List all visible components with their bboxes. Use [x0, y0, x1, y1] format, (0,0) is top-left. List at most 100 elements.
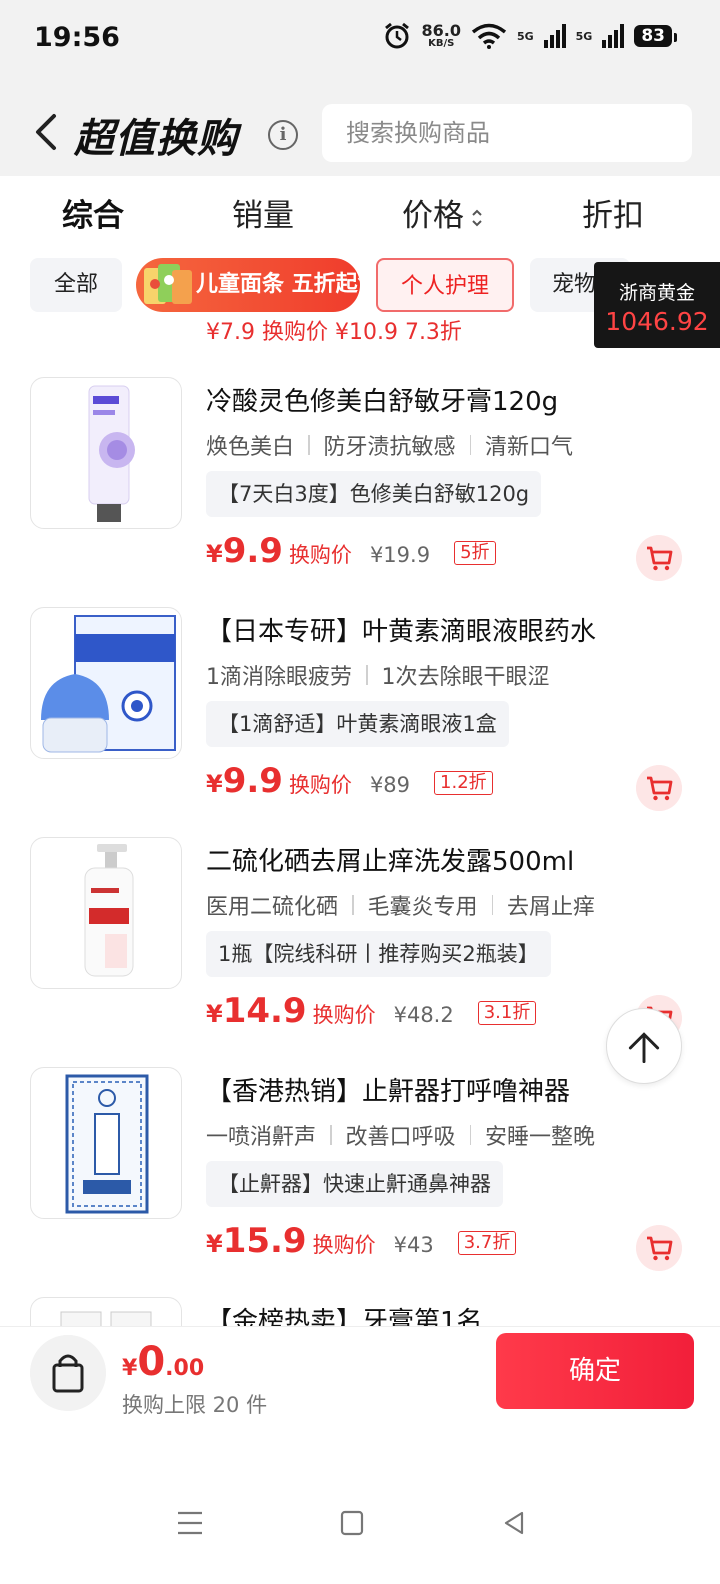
original-price: ¥43: [393, 1233, 434, 1257]
signal-label-2: 5G: [575, 29, 593, 43]
price-symbol: ¥: [206, 1000, 223, 1028]
product-tags: 一喷消鼾声 改善口呼吸 安睡一整晚: [206, 1119, 595, 1151]
chip-all[interactable]: 全部: [30, 258, 122, 312]
total-price: ¥0.00: [122, 1339, 204, 1385]
product-tag: 防牙渍抗敏感: [323, 435, 456, 460]
exchange-purchase-page: 19:56 86.0 KB/S 5G 5G 83 超值换购 i 搜索换购商品 综…: [0, 0, 720, 1584]
product-spec[interactable]: 【止鼾器】快速止鼾通鼻神器: [206, 1161, 503, 1207]
signal-icon: [543, 24, 566, 48]
product-card[interactable]: 【日本专研】叶黄素滴眼液眼药水 1滴消除眼疲劳 1次去除眼干眼涩 【1滴舒适】叶…: [0, 607, 720, 837]
product-card[interactable]: 冷酸灵色修美白舒敏牙膏120g 焕色美白 防牙渍抗敏感 清新口气 【7天白3度】…: [0, 377, 720, 607]
product-card[interactable]: 【香港热销】止鼾器打呼噜神器 一喷消鼾声 改善口呼吸 安睡一整晚 【止鼾器】快速…: [0, 1067, 720, 1297]
product-card[interactable]: 【金榜热卖】牙膏第1名: [0, 1297, 720, 1326]
back-arrow-icon[interactable]: [30, 112, 62, 152]
info-icon[interactable]: i: [268, 120, 298, 150]
battery-indicator: 83: [634, 25, 677, 47]
partial-price-row: ¥7.9 换购价 ¥10.9 7.3折: [206, 320, 462, 345]
product-name: 【金榜热卖】牙膏第1名: [206, 1307, 483, 1326]
product-name: 【日本专研】叶黄素滴眼液眼药水: [206, 617, 597, 647]
product-name: 二硫化硒去屑止痒洗发露500ml: [206, 847, 575, 877]
discount-badge: 3.7折: [457, 1231, 517, 1255]
tab-price-label: 价格: [402, 198, 464, 234]
sort-tabs: 综合 销量 价格 折扣: [0, 176, 720, 246]
chip-promo-kids-noodles[interactable]: 儿童面条 五折起售: [136, 258, 360, 312]
product-spec[interactable]: 【7天白3度】色修美白舒敏120g: [206, 471, 542, 517]
product-spec[interactable]: 【1滴舒适】叶黄素滴眼液1盒: [206, 701, 509, 747]
gold-label: 浙商黄金: [618, 282, 695, 304]
status-time: 19:56: [34, 22, 120, 53]
toothpaste-box-icon: [60, 1311, 152, 1326]
price-row: ¥ 15.9 换购价 ¥43 3.7折: [206, 1221, 517, 1267]
eye-drops-box-icon: [41, 615, 176, 753]
product-list: ¥7.9 换购价 ¥10.9 7.3折 冷酸灵色修美白舒敏牙膏120g 焕色美白…: [0, 320, 720, 1326]
product-tag: 1次去除眼干眼涩: [381, 665, 550, 690]
product-tag: 毛囊炎专用: [367, 895, 478, 920]
total-integer: 0: [137, 1339, 166, 1385]
tab-discount[interactable]: 折扣: [582, 190, 644, 235]
price-symbol: ¥: [206, 770, 223, 798]
product-tag: 一喷消鼾声: [206, 1125, 317, 1150]
wifi-icon: [471, 23, 507, 49]
discount-badge: 3.1折: [477, 1001, 537, 1025]
chip-promo-label: 儿童面条 五折起售: [196, 272, 360, 297]
tab-comprehensive[interactable]: 综合: [62, 190, 124, 235]
add-to-cart-icon[interactable]: [636, 535, 682, 581]
exchange-price: 14.9: [222, 991, 307, 1031]
product-image[interactable]: [30, 1067, 182, 1219]
price-row: ¥ 9.9 换购价 ¥19.9 5折: [206, 531, 496, 577]
confirm-button[interactable]: 确定: [496, 1333, 694, 1409]
toothpaste-tube-icon: [88, 385, 135, 522]
product-tag: 1滴消除眼疲劳: [206, 665, 352, 690]
home-square-icon[interactable]: [340, 1510, 364, 1536]
alarm-icon: [385, 22, 410, 49]
price-label: 换购价: [312, 1233, 376, 1257]
add-to-cart-icon[interactable]: [636, 765, 682, 811]
price-row: ¥ 9.9 换购价 ¥89 1.2折: [206, 761, 493, 807]
product-image[interactable]: [30, 607, 182, 759]
tab-price[interactable]: 价格: [402, 190, 484, 235]
menu-icon[interactable]: [176, 1510, 204, 1536]
signal-icon-2: [602, 24, 625, 48]
total-decimal: .00: [165, 1356, 205, 1381]
gold-value: 1046.92: [605, 307, 709, 336]
status-icons: 86.0 KB/S 5G 5G 83: [383, 21, 677, 50]
exchange-price: 9.9: [222, 761, 283, 801]
system-nav-bar: [0, 1490, 720, 1584]
original-price: ¥48.2: [393, 1003, 454, 1027]
back-triangle-icon[interactable]: [502, 1510, 526, 1536]
price-symbol: ¥: [206, 1230, 223, 1258]
product-name: 【香港热销】止鼾器打呼噜神器: [206, 1077, 571, 1107]
shampoo-bottle-icon: [84, 844, 134, 977]
exchange-limit: 换购上限 20 件: [122, 1393, 268, 1417]
product-tags: 焕色美白 防牙渍抗敏感 清新口气: [206, 429, 573, 461]
exchange-price: 15.9: [222, 1221, 307, 1261]
price-symbol: ¥: [206, 540, 223, 568]
add-to-cart-icon[interactable]: [636, 1225, 682, 1271]
tab-sales[interactable]: 销量: [232, 190, 294, 235]
product-tags: 医用二硫化硒 毛囊炎专用 去屑止痒: [206, 889, 595, 921]
spray-box-icon: [65, 1074, 149, 1214]
product-tag: 焕色美白: [206, 435, 295, 460]
status-bar: 19:56 86.0 KB/S 5G 5G 83: [0, 0, 720, 80]
original-price: ¥19.9: [369, 543, 431, 567]
product-image[interactable]: [30, 837, 182, 989]
signal-label-1: 5G: [516, 29, 534, 43]
shopping-bag-icon[interactable]: [30, 1335, 106, 1411]
price-label: 换购价: [312, 1003, 376, 1027]
total-currency: ¥: [122, 1356, 138, 1381]
product-image[interactable]: [30, 377, 182, 529]
product-name: 冷酸灵色修美白舒敏牙膏120g: [206, 387, 559, 417]
chip-personal-care[interactable]: 个人护理: [376, 258, 514, 312]
sort-toggle-icon: [472, 209, 482, 226]
gold-price-widget[interactable]: 浙商黄金 1046.92: [594, 262, 720, 348]
net-speed: 86.0 KB/S: [421, 21, 461, 49]
back-to-top-button[interactable]: [606, 1008, 682, 1084]
product-tag: 改善口呼吸: [345, 1125, 456, 1150]
search-input[interactable]: 搜索换购商品: [322, 104, 692, 162]
original-price: ¥89: [369, 773, 411, 797]
exchange-price: 9.9: [222, 531, 283, 571]
product-spec[interactable]: 1瓶【院线科研丨推荐购买2瓶装】: [206, 931, 551, 977]
product-image[interactable]: [30, 1297, 182, 1326]
price-row: ¥ 14.9 换购价 ¥48.2 3.1折: [206, 991, 537, 1037]
product-tag: 安睡一整晚: [485, 1125, 596, 1150]
